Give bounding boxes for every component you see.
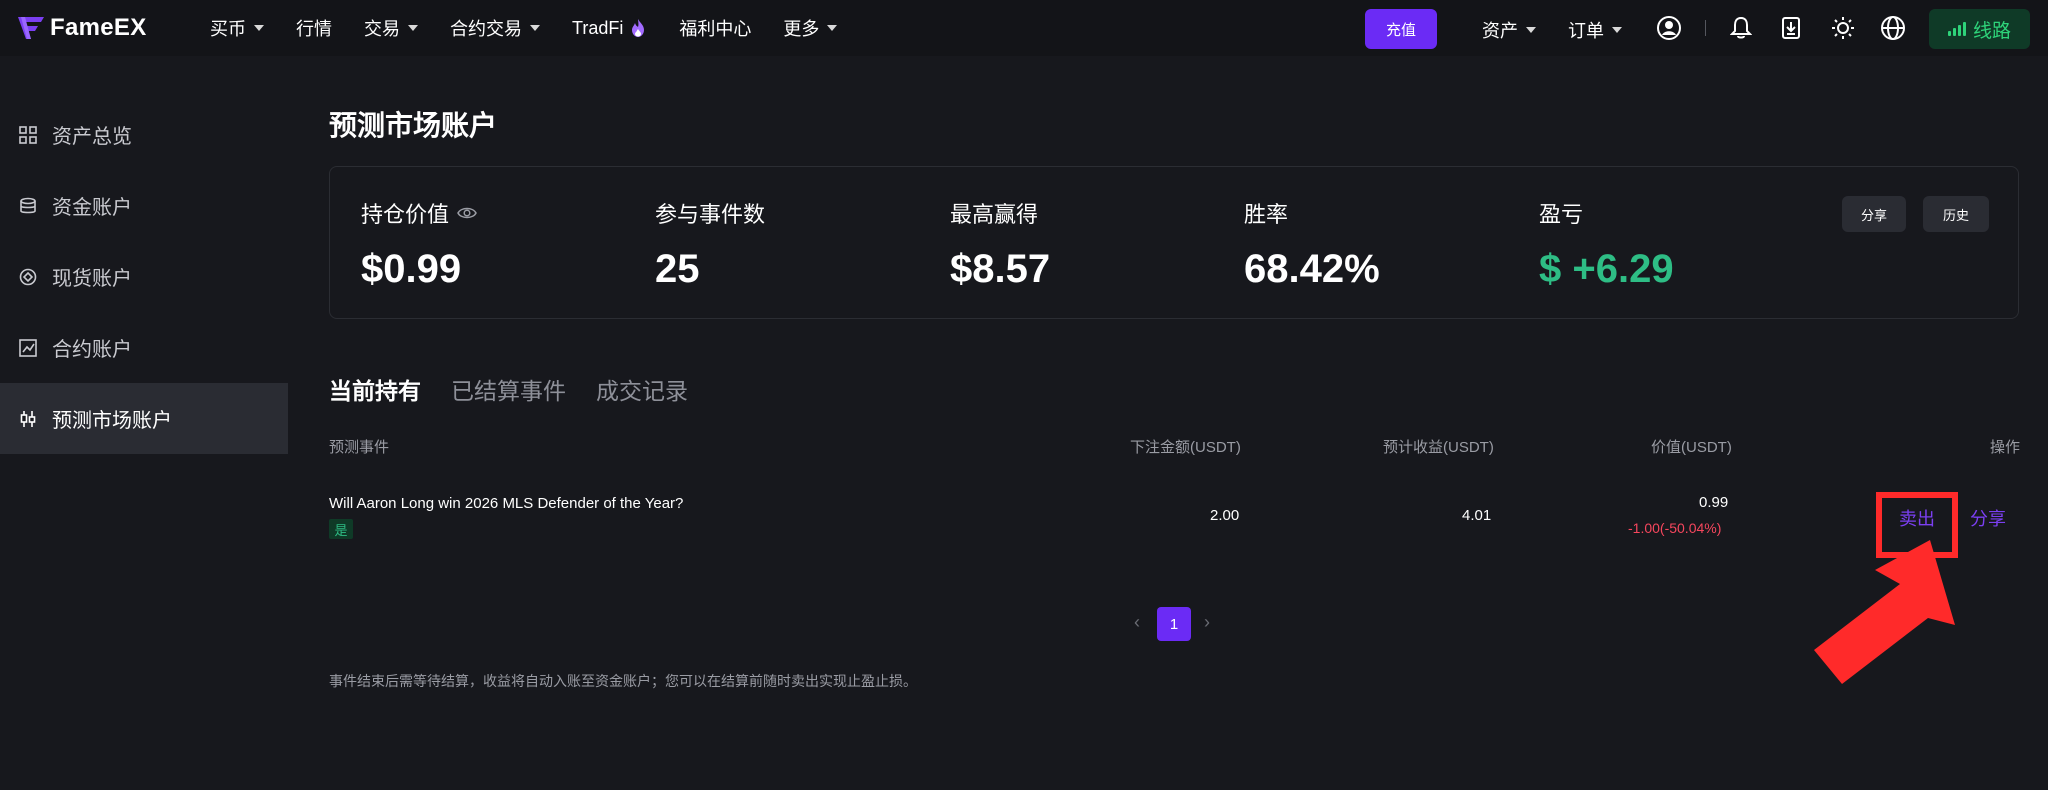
column-header-event: 预测事件 (329, 439, 390, 456)
column-header-expected: 预计收益(USDT) (1383, 439, 1494, 456)
nav-label: 订单 (1568, 21, 1604, 41)
share-stats-button[interactable]: 分享 (1842, 196, 1906, 232)
sidebar-item-spot-account[interactable]: 现货账户 (0, 241, 288, 312)
sidebar-item-asset-overview[interactable]: 资产总览 (0, 99, 288, 170)
sidebar-item-label: 合约账户 (52, 339, 132, 361)
stat-value: 68.42% (1244, 247, 1380, 291)
caret-down-icon (408, 25, 418, 31)
chart-box-icon (18, 338, 38, 358)
sidebar-item-label: 现货账户 (52, 268, 132, 290)
stat-events-count: 参与事件数 25 (655, 197, 765, 292)
nav-buy-crypto[interactable]: 买币 (210, 15, 264, 41)
stat-label: 持仓价值 (361, 202, 450, 227)
page-title: 预测市场账户 (329, 110, 498, 141)
stat-label: 胜率 (1244, 202, 1289, 227)
nav-futures[interactable]: 合约交易 (450, 15, 540, 41)
download-icon[interactable] (1778, 15, 1804, 41)
nav-label: 更多 (783, 19, 820, 39)
stat-pnl: 盈亏 $ +6.29 (1539, 197, 1674, 292)
nav-label: 资产 (1482, 21, 1518, 41)
caret-down-icon (1612, 27, 1622, 33)
signal-bars-icon (1947, 22, 1968, 36)
nav-label: 合约交易 (450, 19, 522, 39)
grid-icon (18, 125, 38, 145)
caret-down-icon (827, 25, 838, 31)
fameex-logo-icon (18, 17, 44, 39)
side-badge: 是 (329, 519, 353, 539)
settlement-footnote: 事件结束后需等待结算，收益将自动入账至资金账户；您可以在结算前随时卖出实现止盈止… (329, 673, 917, 689)
next-page-button[interactable]: › (1204, 612, 1210, 633)
event-title[interactable]: Will Aaron Long win 2026 MLS Defender of… (329, 495, 683, 512)
nav-label: TradFi (572, 17, 624, 38)
sidebar-item-label: 资产总览 (52, 126, 132, 148)
nav-markets[interactable]: 行情 (296, 15, 332, 41)
tab-settled-events[interactable]: 已结算事件 (451, 372, 566, 406)
column-header-value: 价值(USDT) (1651, 439, 1732, 456)
deposit-button[interactable]: 充值 (1365, 9, 1437, 49)
nav-label: 福利中心 (679, 19, 752, 39)
sidebar-item-prediction-account[interactable]: 预测市场账户 (0, 383, 288, 454)
top-nav: FameEX 买币 行情 交易 合约交易 TradFi 福利中心 更多 充值 资… (0, 0, 2048, 56)
bet-amount: 2.00 (1210, 507, 1240, 524)
line-label: 线路 (1972, 20, 2011, 42)
bell-icon[interactable] (1728, 15, 1754, 41)
line-selector-button[interactable]: 线路 (1929, 9, 2030, 49)
nav-assets[interactable]: 资产 (1482, 17, 1536, 43)
nav-label: 买币 (210, 19, 246, 39)
nav-tradfi[interactable]: TradFi (572, 18, 647, 39)
logo[interactable]: FameEX (16, 13, 182, 43)
expected-return: 4.01 (1462, 507, 1492, 524)
pointer-arrow-icon (1814, 540, 1955, 684)
stat-label: 盈亏 (1539, 202, 1584, 227)
nav-orders[interactable]: 订单 (1568, 17, 1622, 43)
target-icon (18, 267, 38, 287)
stat-holding-value: 持仓价值 $0.99 (361, 197, 477, 292)
sidebar-item-funding-account[interactable]: 资金账户 (0, 170, 288, 241)
nav-label: 交易 (364, 19, 400, 39)
stat-label: 参与事件数 (655, 202, 766, 227)
sidebar-item-label: 预测市场账户 (52, 410, 172, 432)
stat-value: $8.57 (950, 247, 1051, 291)
candlestick-icon (18, 409, 38, 429)
nav-divider (1705, 20, 1706, 36)
caret-down-icon (1526, 27, 1536, 33)
tab-trade-history[interactable]: 成交记录 (596, 372, 688, 406)
tab-current-holdings[interactable]: 当前持有 (329, 372, 421, 406)
database-icon (18, 196, 38, 216)
sidebar: 资产总览 资金账户 现货账户 合约账户 预测市场账户 (0, 99, 288, 454)
stat-label: 最高赢得 (950, 202, 1039, 227)
position-change: -1.00(-50.04%) (1628, 520, 1722, 536)
prev-page-button[interactable]: ‹ (1134, 612, 1140, 633)
theme-sun-icon[interactable] (1830, 15, 1856, 41)
position-value: 0.99 (1699, 494, 1729, 511)
nav-more[interactable]: 更多 (783, 15, 838, 41)
stat-win-rate: 胜率 68.42% (1244, 197, 1380, 292)
page-number-button[interactable]: 1 (1157, 607, 1191, 641)
stat-value: $0.99 (361, 247, 462, 291)
eye-icon[interactable] (457, 206, 477, 220)
column-header-action: 操作 (1990, 439, 2021, 456)
history-button[interactable]: 历史 (1923, 196, 1989, 232)
caret-down-icon (254, 25, 264, 31)
share-position-button[interactable]: 分享 (1970, 505, 2006, 531)
sidebar-item-futures-account[interactable]: 合约账户 (0, 312, 288, 383)
stat-value: 25 (655, 247, 700, 291)
user-icon[interactable] (1656, 15, 1682, 41)
nav-rewards-center[interactable]: 福利中心 (679, 15, 751, 41)
stat-max-win: 最高赢得 $8.57 (950, 197, 1050, 292)
nav-trade[interactable]: 交易 (364, 15, 418, 41)
column-header-bet: 下注金额(USDT) (1130, 439, 1241, 456)
tabs: 当前持有 已结算事件 成交记录 (329, 372, 718, 406)
fire-icon (632, 19, 645, 37)
sidebar-item-label: 资金账户 (52, 197, 132, 219)
brand-name: FameEX (50, 14, 147, 41)
stat-value: $ +6.29 (1539, 247, 1674, 291)
caret-down-icon (530, 25, 540, 31)
globe-icon[interactable] (1880, 15, 1906, 41)
nav-label: 行情 (296, 19, 332, 39)
stats-card: 持仓价值 $0.99 参与事件数 25 最高赢得 $8.57 胜率 68.42%… (329, 166, 2019, 319)
